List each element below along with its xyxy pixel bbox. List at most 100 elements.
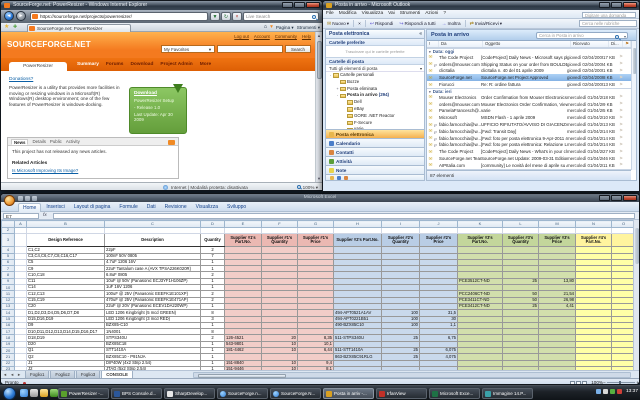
email-row[interactable]: ✉ ℘ fabio.farnocchia@w... [Fwd: foto per po… (427, 142, 631, 149)
cell[interactable]: 10uF @ 50V (Panasonic ECJ3YF1H106ZP) (104, 277, 201, 286)
excel-vertical-scrollbar[interactable] (633, 220, 639, 370)
column-header-f[interactable]: F (261, 220, 298, 228)
excel-window[interactable]: Microsoft Excel Home Inserisci Layout di p… (0, 193, 640, 385)
delete-button[interactable]: × (356, 20, 363, 28)
sf-nav-summary[interactable]: Summary (77, 62, 99, 67)
column-di[interactable]: Di... (609, 41, 623, 47)
minimize-button[interactable] (599, 195, 610, 201)
nav-button-note[interactable]: Note (326, 165, 424, 174)
sf-nav-forums[interactable]: Forums (106, 62, 124, 67)
name-box[interactable]: E7 (3, 213, 39, 219)
flag-icon[interactable]: ⚑ (617, 68, 625, 74)
header-cell[interactable]: Supplier #2's Part.No. (333, 233, 382, 248)
excel-titlebar[interactable]: Microsoft Excel (1, 194, 639, 202)
sf-nav-more[interactable]: More (200, 62, 211, 67)
header-cell[interactable]: Supplier #1's Part.No. (224, 233, 262, 248)
ie-quicklaunch-icon[interactable] (20, 389, 28, 397)
tray-icon[interactable] (616, 389, 622, 394)
home-icon[interactable]: ⌂ (264, 24, 267, 31)
inbox-search-input[interactable]: Cerca in Posta in arrivo ▾ (536, 32, 628, 39)
maximize-button[interactable] (294, 2, 305, 8)
row-header[interactable]: 3 (1, 233, 15, 248)
column-header-o[interactable]: O (611, 220, 635, 228)
ribbon-tab-dati[interactable]: Dati (143, 203, 160, 212)
flag-icon[interactable]: ⚑ (617, 108, 625, 114)
column-da[interactable]: Da (439, 41, 483, 47)
flag-icon[interactable]: ⚑ (617, 54, 625, 60)
chevron-down-icon[interactable]: ▾ (624, 34, 626, 40)
zoom-slider-thumb[interactable] (619, 380, 621, 384)
formula-input[interactable] (53, 213, 635, 219)
download-box[interactable]: Download PowerResizer Setup - Release 1.… (129, 84, 187, 134)
forward-button[interactable]: ► (16, 11, 26, 21)
spreadsheet-table[interactable]: A B C D E F G H I J K L M N O 2 3 Design Reference Descrip… (1, 220, 635, 370)
browser-tab[interactable]: SourceForge.net: PowerResizer (27, 24, 131, 32)
cell[interactable]: 22uF Tantalum case A (AVX TPSA226K020R) (104, 265, 201, 273)
column-header-a[interactable]: A (14, 220, 27, 228)
menu-strumenti[interactable]: Strumenti (400, 11, 421, 16)
folder-posta-in-arrivo[interactable]: - Posta in arrivo (294) (326, 92, 424, 99)
flag-icon[interactable]: ⚑ (617, 156, 625, 162)
maximize-button[interactable] (611, 2, 622, 8)
address-book-search-input[interactable]: Cerca nelle rubriche (579, 20, 637, 27)
email-row[interactable]: ✉ Mouser Electronics Order Confirmation f… (427, 94, 631, 101)
taskbar-clock[interactable]: 13:37 (626, 389, 638, 394)
volume-tray-icon[interactable] (602, 389, 608, 394)
flag-icon[interactable]: ⚑ (617, 75, 625, 81)
email-row[interactable]: ✉ ℘ orders@mouser.com Shipping Status on yo… (427, 61, 631, 68)
ask-question-box[interactable]: Digitare una domanda (582, 11, 636, 18)
header-cell[interactable]: Design Reference (26, 233, 105, 248)
header-cell[interactable]: Quantity (200, 233, 225, 248)
flag-icon[interactable]: ⚑ (617, 61, 625, 67)
email-row[interactable]: ✉ Microsoft MSDN Flash - 1 aprile 2009 mer… (427, 114, 631, 121)
menu-modifica[interactable]: Modifica (339, 11, 357, 16)
show-desktop-icon[interactable] (30, 389, 38, 397)
flag-icon[interactable]: ⚑ (617, 142, 625, 148)
taskbar-button-powerresizer[interactable]: PowerResizer -... (58, 388, 109, 399)
url-field[interactable]: https://sourceforge.net/projects/powerre… (30, 12, 208, 21)
ribbon-tab-layout-di-pagina[interactable]: Layout di pagina (70, 203, 115, 212)
new-mail-button[interactable]: ✉ Nuovo ▾ (325, 20, 351, 28)
outlook-window[interactable]: Posta in arrivo - Microsoft Outlook File… (322, 0, 640, 192)
header-cell[interactable]: Supplier #2's Price (419, 233, 458, 248)
collapse-pane-icon[interactable]: « (419, 30, 422, 39)
email-row[interactable]: ✉ clicItalia clicItalia n. 40 del 01 apri… (427, 68, 631, 75)
email-row[interactable]: ✉ The Code Project [CodeProject] Daily Ne… (427, 54, 631, 61)
email-row[interactable]: ✉ AIPItalia.com [community] Le novità del… (427, 162, 631, 169)
sf-nav-project-admin[interactable]: Project Admin (160, 62, 192, 67)
browser-zoom-level[interactable]: 100% ▾ (297, 185, 318, 190)
column-header-h[interactable]: H (333, 220, 382, 228)
ribbon-tab-revisione[interactable]: Revisione (161, 203, 191, 212)
close-button[interactable] (623, 2, 637, 8)
mail-mini-icon[interactable] (330, 175, 334, 180)
scrollbar-thumb[interactable] (632, 48, 636, 74)
column-oggetto[interactable]: Oggetto (483, 41, 571, 47)
email-row[interactable]: ✉ SourceForge.net SourceForge.net Project… (427, 74, 631, 82)
ribbon-tab-inserisci[interactable]: Inserisci (42, 203, 68, 212)
group-expand-icon[interactable]: ▾ (429, 89, 431, 94)
folder-bozze[interactable]: Bozze (326, 79, 424, 86)
header-cell[interactable]: Supplier #1's Quantity (261, 233, 298, 248)
favorites-dropdown[interactable]: My Favorites ▼ (161, 45, 215, 53)
flag-icon[interactable]: ⚑ (617, 162, 625, 168)
search-icon[interactable] (312, 14, 316, 19)
email-row[interactable]: ✉ ℘ fabio.farnocchia@w... [Fwd: foto per po… (427, 135, 631, 142)
column-header-l[interactable]: L (502, 220, 539, 228)
flag-icon[interactable]: ⚑ (617, 128, 625, 134)
email-row[interactable]: ✉ SourceForge.net Team SourceForge.net Up… (427, 155, 631, 162)
sf-search-button[interactable]: Search (285, 45, 311, 53)
menu-vai[interactable]: Vai (388, 11, 395, 16)
cell[interactable]: 470uF @ 25V (Panasonic EEEFK1E471AP) (104, 296, 201, 304)
start-button[interactable] (3, 387, 16, 400)
flag-icon[interactable]: ⚑ (617, 122, 625, 128)
close-button[interactable] (623, 195, 637, 201)
close-button[interactable] (306, 2, 320, 8)
column-header-j[interactable]: J (419, 220, 458, 228)
email-row[interactable]: ✉ Fiorucci Re: R: ordine fattura giovedì 0… (427, 81, 631, 88)
sf-link-help[interactable]: Help (302, 34, 311, 39)
ribbon-tab-visualizza[interactable]: Visualizza (192, 203, 222, 212)
cell[interactable]: 100uF @ 25V (Panasonic EEEFK1E101XP) (104, 290, 201, 298)
flag-icon[interactable]: ⚑ (617, 115, 625, 121)
email-row[interactable]: ✉ PamelaFrancesch@... varie mercoledì 01/0… (427, 108, 631, 115)
scrollbar-thumb[interactable] (634, 228, 639, 264)
